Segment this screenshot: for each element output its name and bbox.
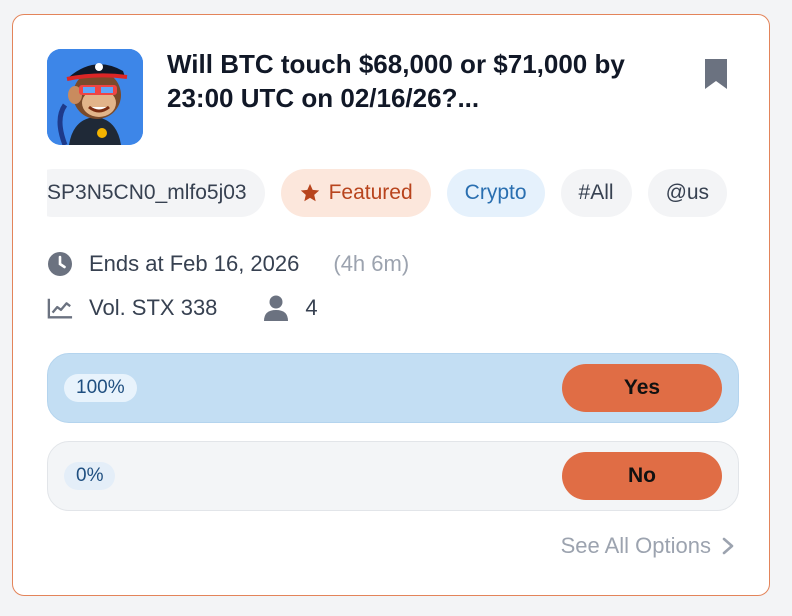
tag-label: #All — [578, 181, 614, 204]
outcome-no-percent: 0% — [64, 462, 116, 490]
see-all-label: See All Options — [560, 533, 711, 558]
tag-label: SP3N5CN0_mlfo5j03 — [47, 181, 247, 204]
volume-text: Vol. STX 338 — [89, 295, 218, 320]
tag-featured[interactable]: Featured — [280, 169, 431, 217]
tag-crypto[interactable]: Crypto — [446, 169, 545, 217]
volume-chart-icon — [47, 295, 73, 321]
tag-strip[interactable]: SP3N5CN0_mlfo5j03 Featured Crypto #All @… — [47, 169, 739, 219]
time-remaining: (4h 6m) — [333, 251, 410, 276]
outcome-yes-percent: 100% — [64, 374, 137, 402]
stats-row: Vol. STX 338 4 — [47, 295, 318, 321]
end-date-row: Ends at Feb 16, 2026 (4h 6m) — [47, 251, 409, 277]
clock-icon — [47, 251, 73, 277]
tag-creator-id[interactable]: SP3N5CN0_mlfo5j03 — [47, 169, 265, 217]
outcome-no[interactable]: 0% No — [47, 441, 739, 511]
tag-user[interactable]: @us — [647, 169, 728, 217]
outcome-yes[interactable]: 100% Yes — [47, 353, 739, 423]
market-avatar — [47, 49, 143, 145]
star-icon — [299, 182, 321, 204]
tag-label: @us — [665, 181, 710, 204]
user-icon — [263, 295, 289, 321]
bookmark-icon[interactable] — [703, 57, 729, 91]
tag-label: Featured — [328, 181, 413, 204]
see-all-options-link[interactable]: See All Options — [561, 533, 735, 559]
chevron-right-icon — [721, 536, 735, 556]
yes-button[interactable]: Yes — [562, 364, 722, 412]
tag-label: Crypto — [464, 181, 527, 204]
participant-count: 4 — [305, 295, 318, 320]
tag-all[interactable]: #All — [560, 169, 632, 217]
no-button[interactable]: No — [562, 452, 722, 500]
market-card[interactable]: Will BTC touch $68,000 or $71,000 by 23:… — [12, 14, 770, 596]
market-title[interactable]: Will BTC touch $68,000 or $71,000 by 23:… — [167, 47, 667, 115]
end-date-text: Ends at Feb 16, 2026 — [89, 251, 300, 276]
